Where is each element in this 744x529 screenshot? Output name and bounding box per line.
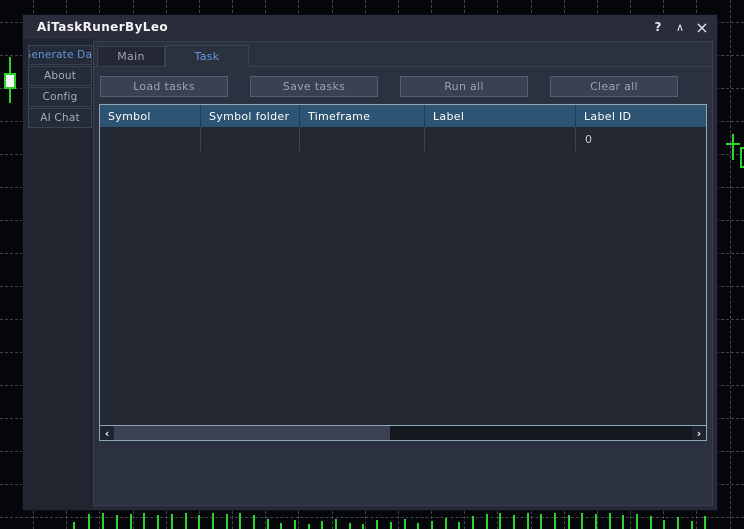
volume-tick [595, 514, 597, 529]
scroll-left-button[interactable]: ‹ [100, 426, 114, 440]
scrollbar-thumb[interactable] [114, 426, 390, 440]
close-button[interactable]: × [691, 15, 713, 39]
column-header-timeframe[interactable]: Timeframe [300, 105, 425, 127]
volume-tick [198, 515, 200, 529]
volume-tick [267, 519, 269, 529]
volume-tick [102, 513, 104, 529]
run-all-button[interactable]: Run all [400, 76, 528, 97]
table-empty-area [100, 151, 706, 425]
table-row[interactable]: 0 [100, 127, 706, 151]
sidebar-item-config[interactable]: Config [28, 87, 92, 107]
tab-page: Main Task Load tasks Save tasks Run all … [93, 41, 713, 506]
volume-tick [513, 515, 515, 529]
volume-tick [239, 513, 241, 529]
cell-label[interactable] [425, 127, 576, 151]
cell-label-id[interactable]: 0 [576, 127, 706, 151]
window-controls: ? ∧ × [647, 15, 713, 39]
volume-tick [417, 523, 419, 529]
chevron-right-icon: › [697, 428, 702, 439]
volume-tick [390, 522, 392, 529]
volume-tick [362, 524, 364, 529]
volume-tick [88, 514, 90, 529]
volume-tick [554, 513, 556, 529]
doji-wick [732, 134, 734, 160]
close-icon: × [695, 18, 708, 37]
sidebar-item-generate-data[interactable]: Generate Data [28, 45, 92, 65]
volume-tick [280, 523, 282, 529]
volume-tick [349, 523, 351, 529]
volume-tick [185, 513, 187, 529]
volume-tick [404, 519, 406, 529]
volume-tick [445, 518, 447, 529]
volume-tick [116, 515, 118, 529]
window-title: AiTaskRunerByLeo [37, 20, 168, 34]
cell-symbol-folder[interactable] [201, 127, 300, 151]
volume-tick [581, 513, 583, 529]
column-header-label-id[interactable]: Label ID [576, 105, 706, 127]
volume-tick [663, 520, 665, 529]
volume-tick [130, 514, 132, 529]
sidebar-item-about[interactable]: About [28, 66, 92, 86]
volume-tick [212, 513, 214, 529]
save-tasks-button[interactable]: Save tasks [250, 76, 378, 97]
tab-task[interactable]: Task [165, 45, 249, 67]
volume-tick [609, 513, 611, 529]
sidebar: Generate Data About Config AI Chat [23, 39, 93, 510]
scrollbar-track[interactable] [114, 426, 692, 440]
volume-tick [321, 521, 323, 529]
load-tasks-button[interactable]: Load tasks [100, 76, 228, 97]
app-window: AiTaskRunerByLeo ? ∧ × Generate Data Abo… [22, 14, 718, 511]
horizontal-scrollbar[interactable]: ‹ › [100, 425, 706, 440]
tasks-table: Symbol Symbol folder Timeframe Label Lab… [99, 104, 707, 441]
sidebar-item-ai-chat[interactable]: AI Chat [28, 108, 92, 128]
collapse-button[interactable]: ∧ [669, 15, 691, 39]
volume-tick [376, 520, 378, 529]
volume-tick [226, 514, 228, 529]
candlestick-body [4, 73, 16, 89]
volume-tick [568, 515, 570, 529]
volume-tick [499, 513, 501, 529]
volume-tick [143, 513, 145, 529]
help-icon: ? [655, 20, 662, 34]
chevron-left-icon: ‹ [105, 428, 110, 439]
volume-tick [73, 522, 75, 529]
volume-tick [540, 514, 542, 529]
volume-tick [636, 514, 638, 529]
cell-timeframe[interactable] [300, 127, 425, 151]
volume-tick [431, 521, 433, 529]
tab-main[interactable]: Main [97, 46, 165, 66]
volume-tick [472, 516, 474, 529]
column-header-symbol[interactable]: Symbol [100, 105, 201, 127]
volume-tick [458, 522, 460, 529]
volume-tick [691, 521, 693, 529]
column-header-symbol-folder[interactable]: Symbol folder [201, 105, 300, 127]
tab-strip: Main Task [94, 45, 712, 67]
volume-tick [650, 516, 652, 529]
candlestick-body-clipped [740, 147, 744, 168]
volume-tick [294, 520, 296, 529]
volume-tick [677, 517, 679, 529]
volume-tick [622, 515, 624, 529]
volume-tick [704, 516, 706, 529]
volume-tick [308, 524, 310, 529]
grid-line-h [0, 517, 744, 518]
trading-chart-background: AiTaskRunerByLeo ? ∧ × Generate Data Abo… [0, 0, 744, 529]
help-button[interactable]: ? [647, 15, 669, 39]
table-header-row: Symbol Symbol folder Timeframe Label Lab… [100, 105, 706, 127]
scroll-right-button[interactable]: › [692, 426, 706, 440]
cell-symbol[interactable] [100, 127, 201, 151]
volume-tick [157, 515, 159, 529]
grid-line-v [730, 0, 731, 529]
doji-open-close-bar [726, 143, 740, 145]
volume-tick [253, 515, 255, 529]
volume-tick [486, 514, 488, 529]
volume-tick [171, 514, 173, 529]
chevron-up-icon: ∧ [676, 21, 684, 34]
column-header-label[interactable]: Label [425, 105, 576, 127]
window-titlebar[interactable]: AiTaskRunerByLeo ? ∧ × [23, 15, 717, 39]
volume-tick [527, 513, 529, 529]
volume-tick [335, 519, 337, 529]
clear-all-button[interactable]: Clear all [550, 76, 678, 97]
toolbar: Load tasks Save tasks Run all Clear all [100, 76, 678, 97]
